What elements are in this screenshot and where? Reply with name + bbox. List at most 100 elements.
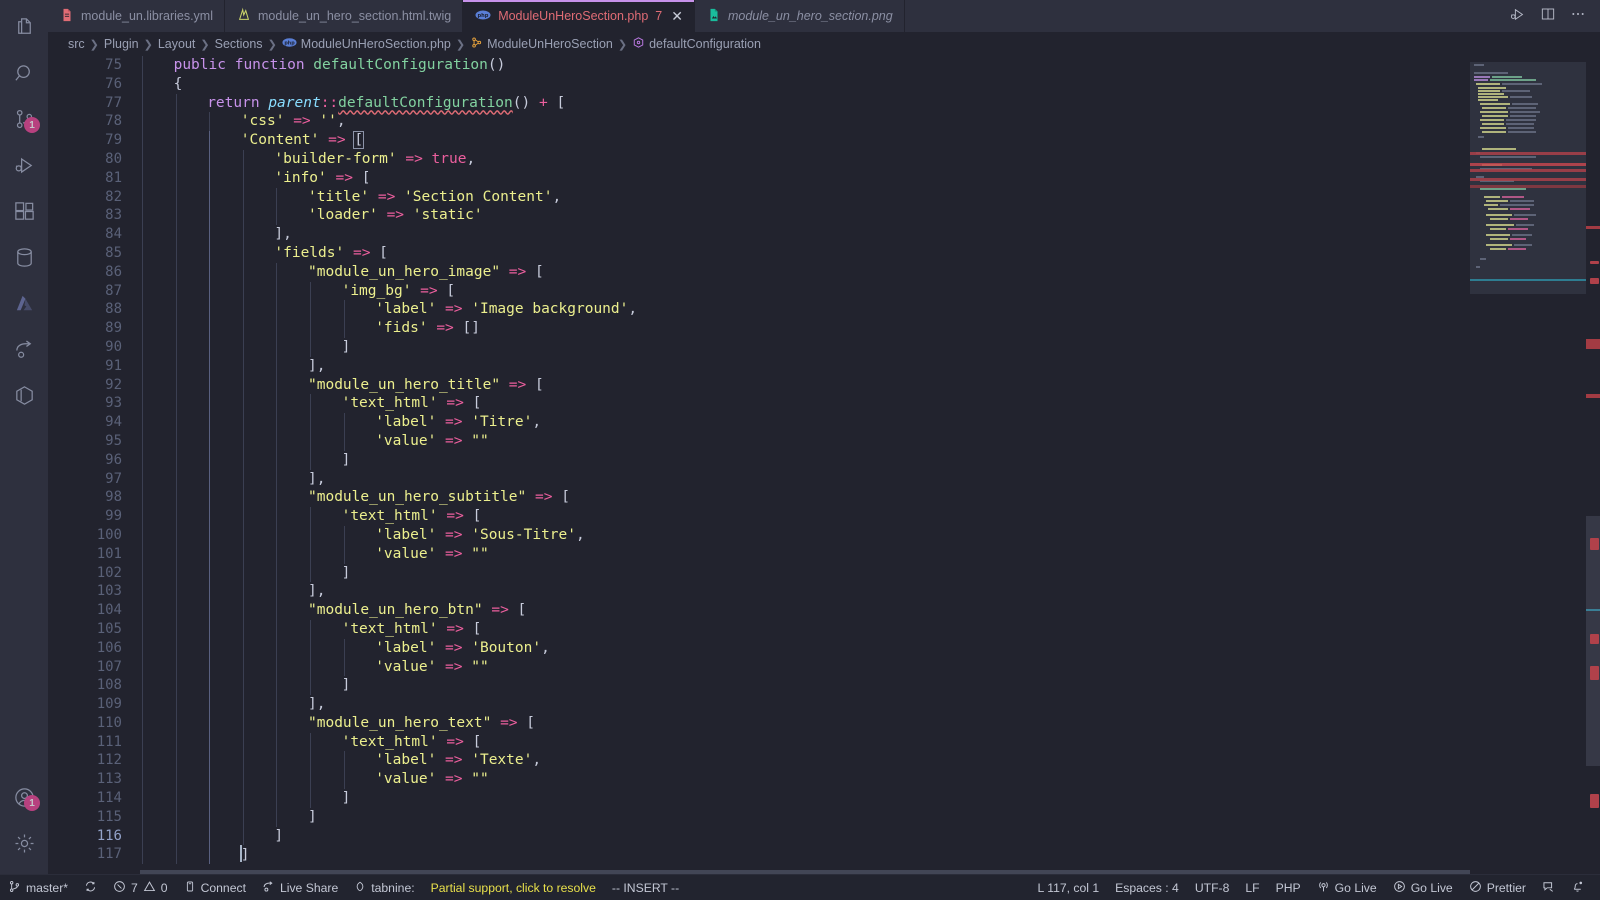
status-go-live-server[interactable]: Go Live: [1309, 875, 1385, 900]
status-eol[interactable]: LF: [1237, 875, 1267, 900]
overview-ruler[interactable]: [1586, 56, 1600, 874]
split-editor-icon[interactable]: [1540, 6, 1556, 26]
code-line[interactable]: 106 'label' => 'Bouton',: [48, 638, 1600, 658]
indent-guide: [175, 488, 177, 508]
breadcrumb-item-file[interactable]: php ModuleUnHeroSection.php: [282, 37, 451, 51]
close-icon[interactable]: ✕: [671, 9, 683, 23]
code-line[interactable]: 110 "module_un_hero_text" => [: [48, 713, 1600, 733]
code-line[interactable]: 88 'label' => 'Image background',: [48, 300, 1600, 320]
code-line[interactable]: 97],: [48, 469, 1600, 489]
status-go-live-preview[interactable]: Go Live: [1385, 875, 1461, 900]
code-line[interactable]: 108]: [48, 676, 1600, 696]
status-indentation[interactable]: Espaces : 4: [1107, 875, 1187, 900]
tab-module-un-hero-section-php[interactable]: php ModuleUnHeroSection.php 7 ✕: [463, 0, 695, 32]
breadcrumb-item-method[interactable]: defaultConfiguration: [632, 36, 761, 52]
code-line[interactable]: 84],: [48, 225, 1600, 244]
code-line[interactable]: 78 'css' => '',: [48, 112, 1600, 132]
status-language-mode[interactable]: PHP: [1268, 875, 1309, 900]
code-line[interactable]: 98 "module_un_hero_subtitle" => [: [48, 488, 1600, 508]
yaml-file-icon: [60, 8, 74, 25]
indent-guide: [209, 601, 211, 620]
tab-module-un-hero-section-png[interactable]: module_un_hero_section.png: [694, 0, 905, 32]
code-line[interactable]: 113 'value' => "": [48, 770, 1600, 790]
indent-guide: [276, 789, 278, 808]
code-line[interactable]: 75 public function defaultConfiguration(): [48, 56, 1600, 75]
code-line[interactable]: 102]: [48, 563, 1600, 583]
code-line[interactable]: 99 'text_html' => [: [48, 507, 1600, 526]
breadcrumb-item-src[interactable]: src: [68, 37, 85, 51]
activity-item-extensions[interactable]: [0, 188, 48, 234]
code-line[interactable]: 80 'builder-form' => true,: [48, 149, 1600, 169]
activity-item-azure[interactable]: [0, 280, 48, 326]
run-debug-icon[interactable]: [1509, 6, 1526, 27]
status-tabnine-message[interactable]: Partial support, click to resolve: [423, 875, 604, 900]
code-line[interactable]: 114]: [48, 789, 1600, 808]
activity-item-explorer[interactable]: [0, 4, 48, 50]
activity-item-database[interactable]: [0, 234, 48, 280]
code-line[interactable]: 105 'text_html' => [: [48, 619, 1600, 639]
activity-item-accounts[interactable]: 1: [0, 774, 48, 820]
code-line[interactable]: 90]: [48, 337, 1600, 357]
code-line[interactable]: 85 'fields' => [: [48, 243, 1600, 263]
code-line[interactable]: 83 'loader' => 'static': [48, 206, 1600, 226]
code-text: ]: [140, 845, 1600, 865]
code-line[interactable]: 77 return parent::defaultConfiguration() …: [48, 93, 1600, 113]
code-area[interactable]: 75 public function defaultConfiguration()…: [48, 56, 1600, 874]
indent-guide: [142, 93, 143, 113]
horizontal-scrollbar[interactable]: [140, 870, 1470, 874]
activity-item-docker[interactable]: [0, 372, 48, 418]
status-tabnine[interactable]: tabnine:: [346, 875, 422, 900]
code-line[interactable]: 92 "module_un_hero_title" => [: [48, 375, 1600, 395]
minimap[interactable]: [1470, 56, 1586, 874]
code-line[interactable]: 81 'info' => [: [48, 168, 1600, 188]
indent-guide: [142, 619, 143, 639]
tab-module-un-hero-section-html-twig[interactable]: module_un_hero_section.html.twig: [225, 0, 464, 32]
indent-guide: [142, 544, 143, 564]
code-line[interactable]: 103],: [48, 582, 1600, 602]
code-line[interactable]: 96]: [48, 450, 1600, 470]
activity-item-live-share[interactable]: [0, 326, 48, 372]
code-line[interactable]: 79 'Content' => [: [48, 131, 1600, 150]
breadcrumb-item-layout[interactable]: Layout: [158, 37, 196, 51]
minimap-viewport-slider[interactable]: [1470, 62, 1586, 294]
status-feedback[interactable]: [1534, 875, 1563, 900]
tab-module-un-libraries-yml[interactable]: module_un.libraries.yml: [48, 0, 226, 32]
indent-guide: [209, 657, 211, 677]
code-line[interactable]: 87 'img_bg' => [: [48, 281, 1600, 301]
code-line[interactable]: 100 'label' => 'Sous-Titre',: [48, 525, 1600, 545]
code-line[interactable]: 107 'value' => "": [48, 657, 1600, 677]
code-line[interactable]: 116]: [48, 826, 1600, 846]
activity-item-search[interactable]: [0, 50, 48, 96]
code-line[interactable]: 89 'fids' => []: [48, 319, 1600, 338]
code-line[interactable]: 111 'text_html' => [: [48, 732, 1600, 752]
code-line[interactable]: 82 'title' => 'Section Content',: [48, 187, 1600, 207]
code-line[interactable]: 115]: [48, 807, 1600, 827]
code-line[interactable]: 91],: [48, 356, 1600, 376]
code-line[interactable]: 117]: [48, 845, 1600, 865]
activity-item-source-control[interactable]: 1: [0, 96, 48, 142]
code-line[interactable]: 95 'value' => "": [48, 431, 1600, 451]
code-line[interactable]: 109],: [48, 695, 1600, 714]
status-remote[interactable]: Connect: [176, 875, 254, 900]
status-prettier[interactable]: Prettier: [1461, 875, 1534, 900]
status-notifications[interactable]: [1563, 875, 1592, 900]
status-problems[interactable]: 7 0: [105, 875, 176, 900]
code-line[interactable]: 86 "module_un_hero_image" => [: [48, 262, 1600, 282]
code-line[interactable]: 112 'label' => 'Texte',: [48, 751, 1600, 771]
code-line[interactable]: 94 'label' => 'Titre',: [48, 413, 1600, 432]
code-line[interactable]: 76 {: [48, 74, 1600, 94]
breadcrumb-item-sections[interactable]: Sections: [215, 37, 263, 51]
code-line[interactable]: 101 'value' => "": [48, 544, 1600, 564]
code-line[interactable]: 93 'text_html' => [: [48, 394, 1600, 414]
status-live-share[interactable]: Live Share: [254, 875, 346, 900]
status-cursor-position[interactable]: L 117, col 1: [1030, 875, 1108, 900]
status-encoding[interactable]: UTF-8: [1187, 875, 1238, 900]
activity-item-settings[interactable]: [0, 820, 48, 866]
breadcrumb-item-class[interactable]: ModuleUnHeroSection: [470, 36, 613, 52]
code-line[interactable]: 104 "module_un_hero_btn" => [: [48, 601, 1600, 620]
status-branch[interactable]: master*: [0, 875, 76, 900]
breadcrumb-item-plugin[interactable]: Plugin: [104, 37, 139, 51]
status-sync[interactable]: [76, 875, 105, 900]
activity-item-run-and-debug[interactable]: [0, 142, 48, 188]
ellipsis-icon[interactable]: [1570, 6, 1586, 26]
